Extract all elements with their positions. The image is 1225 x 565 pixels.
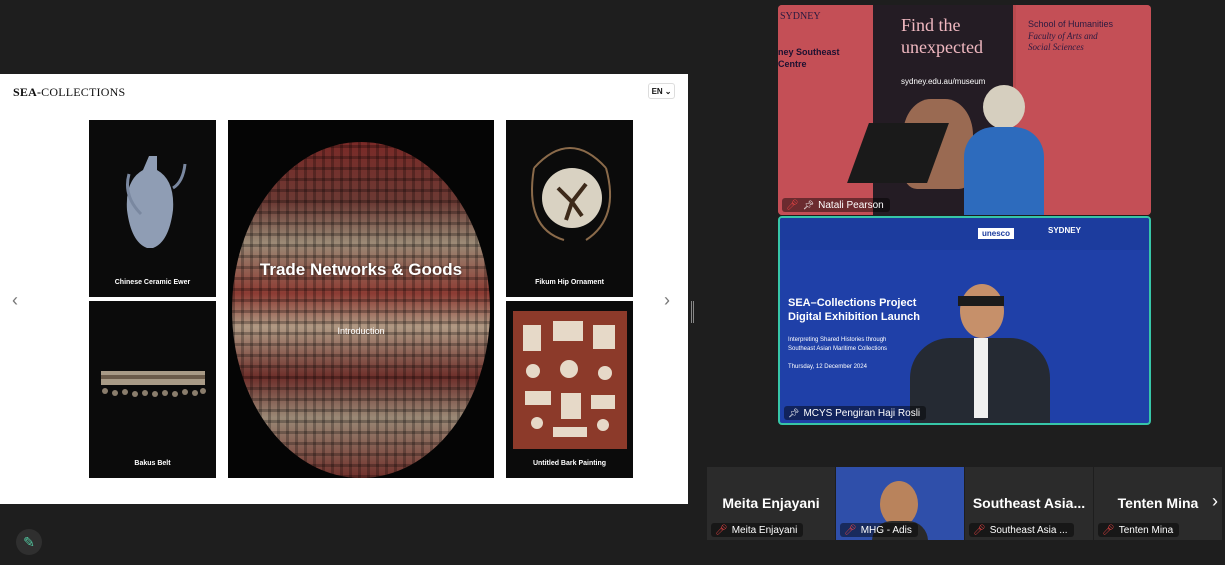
speaker-head: [960, 284, 1004, 338]
participant-nametag: 📌︎ MCYS Pengiran Haji Rosli: [784, 406, 927, 420]
language-selector[interactable]: EN ⌄: [648, 83, 675, 99]
tile-bakus-belt[interactable]: Bakus Belt: [89, 301, 216, 478]
pin-icon: 📌︎: [788, 407, 800, 418]
participant-tile-tenten-mina[interactable]: Tenten Mina 🎤︎ Tenten Mina ›: [1094, 467, 1222, 540]
ornament-image: [531, 147, 612, 241]
mic-off-icon: 🎤︎: [786, 199, 799, 211]
video-tile-natali-pearson[interactable]: SYDNEY ney Southeast Centre Find the une…: [778, 5, 1151, 215]
tile-fikum-hip-ornament[interactable]: Fikum Hip Ornament: [506, 120, 633, 297]
slide-subtitle: Interpreting Shared Histories through So…: [788, 337, 888, 352]
participant-nametag: 🎤︎ Tenten Mina: [1098, 523, 1180, 537]
participant-nametag: 🎤︎ Meita Enjayani: [711, 523, 804, 537]
participant-tile-southeast-asia[interactable]: Southeast Asia... 🎤︎ Southeast Asia ...: [965, 467, 1093, 540]
participant-nametag: 🎤︎ 📌︎ Natali Pearson: [782, 198, 890, 212]
featured-subtitle: Introduction: [337, 326, 385, 336]
mic-off-icon: 🎤︎: [844, 524, 857, 536]
chevron-down-icon: ⌄: [664, 86, 672, 96]
banner-left: SYDNEY ney Southeast Centre: [778, 5, 873, 215]
belt-image: [101, 371, 206, 397]
tile-untitled-bark-painting[interactable]: Untitled Bark Painting: [506, 301, 633, 478]
tile-chinese-ceramic-ewer[interactable]: Chinese Ceramic Ewer: [89, 120, 216, 297]
textile-image: [232, 142, 490, 478]
panel-resize-handle[interactable]: [691, 301, 694, 323]
mic-off-icon: 🎤︎: [1102, 524, 1115, 536]
video-tile-pengiran-haji-rosli[interactable]: unesco SYDNEY SEA–Collections Project Di…: [778, 216, 1151, 425]
tile-caption: Chinese Ceramic Ewer: [114, 279, 191, 286]
participant-tile-mhg-adis[interactable]: 🎤︎ MHG - Adis: [836, 467, 964, 540]
featured-title: Trade Networks & Goods: [259, 260, 463, 279]
slide-title: SEA–Collections Project Digital Exhibiti…: [788, 297, 920, 323]
glasses: [958, 296, 1004, 306]
speaker-head: [983, 85, 1025, 129]
tile-caption: Bakus Belt: [134, 460, 171, 467]
participant-nametag: 🎤︎ Southeast Asia ...: [969, 523, 1074, 537]
site-logo[interactable]: SEA-COLLECTIONS: [13, 85, 125, 100]
prev-arrow-icon[interactable]: ‹: [12, 290, 18, 311]
bark-painting-image: [513, 311, 627, 449]
shirt: [974, 338, 988, 418]
mic-off-icon: 🎤︎: [715, 524, 728, 536]
shared-screen: SEA-COLLECTIONS EN ⌄ ‹ › Chinese Ceramic …: [0, 74, 688, 504]
slide-logo-bar: unesco SYDNEY: [780, 218, 1149, 250]
speaker-body: [964, 127, 1044, 215]
slide-date: Thursday, 12 December 2024: [788, 364, 867, 370]
ewer-image: [126, 156, 187, 248]
pencil-icon[interactable]: ✎: [16, 529, 42, 555]
participant-nametag: 🎤︎ MHG - Adis: [840, 523, 918, 537]
next-arrow-icon[interactable]: ›: [664, 290, 670, 311]
mic-off-icon: 🎤︎: [973, 524, 986, 536]
participant-tile-meita-enjayani[interactable]: Meita Enjayani 🎤︎ Meita Enjayani: [707, 467, 835, 540]
tile-caption: Fikum Hip Ornament: [535, 279, 604, 286]
tile-caption: Untitled Bark Painting: [532, 460, 607, 467]
chevron-right-icon[interactable]: ›: [1212, 491, 1218, 512]
pin-icon: 📌︎: [802, 199, 815, 210]
featured-trade-networks[interactable]: Trade Networks & Goods Introduction: [228, 120, 494, 478]
